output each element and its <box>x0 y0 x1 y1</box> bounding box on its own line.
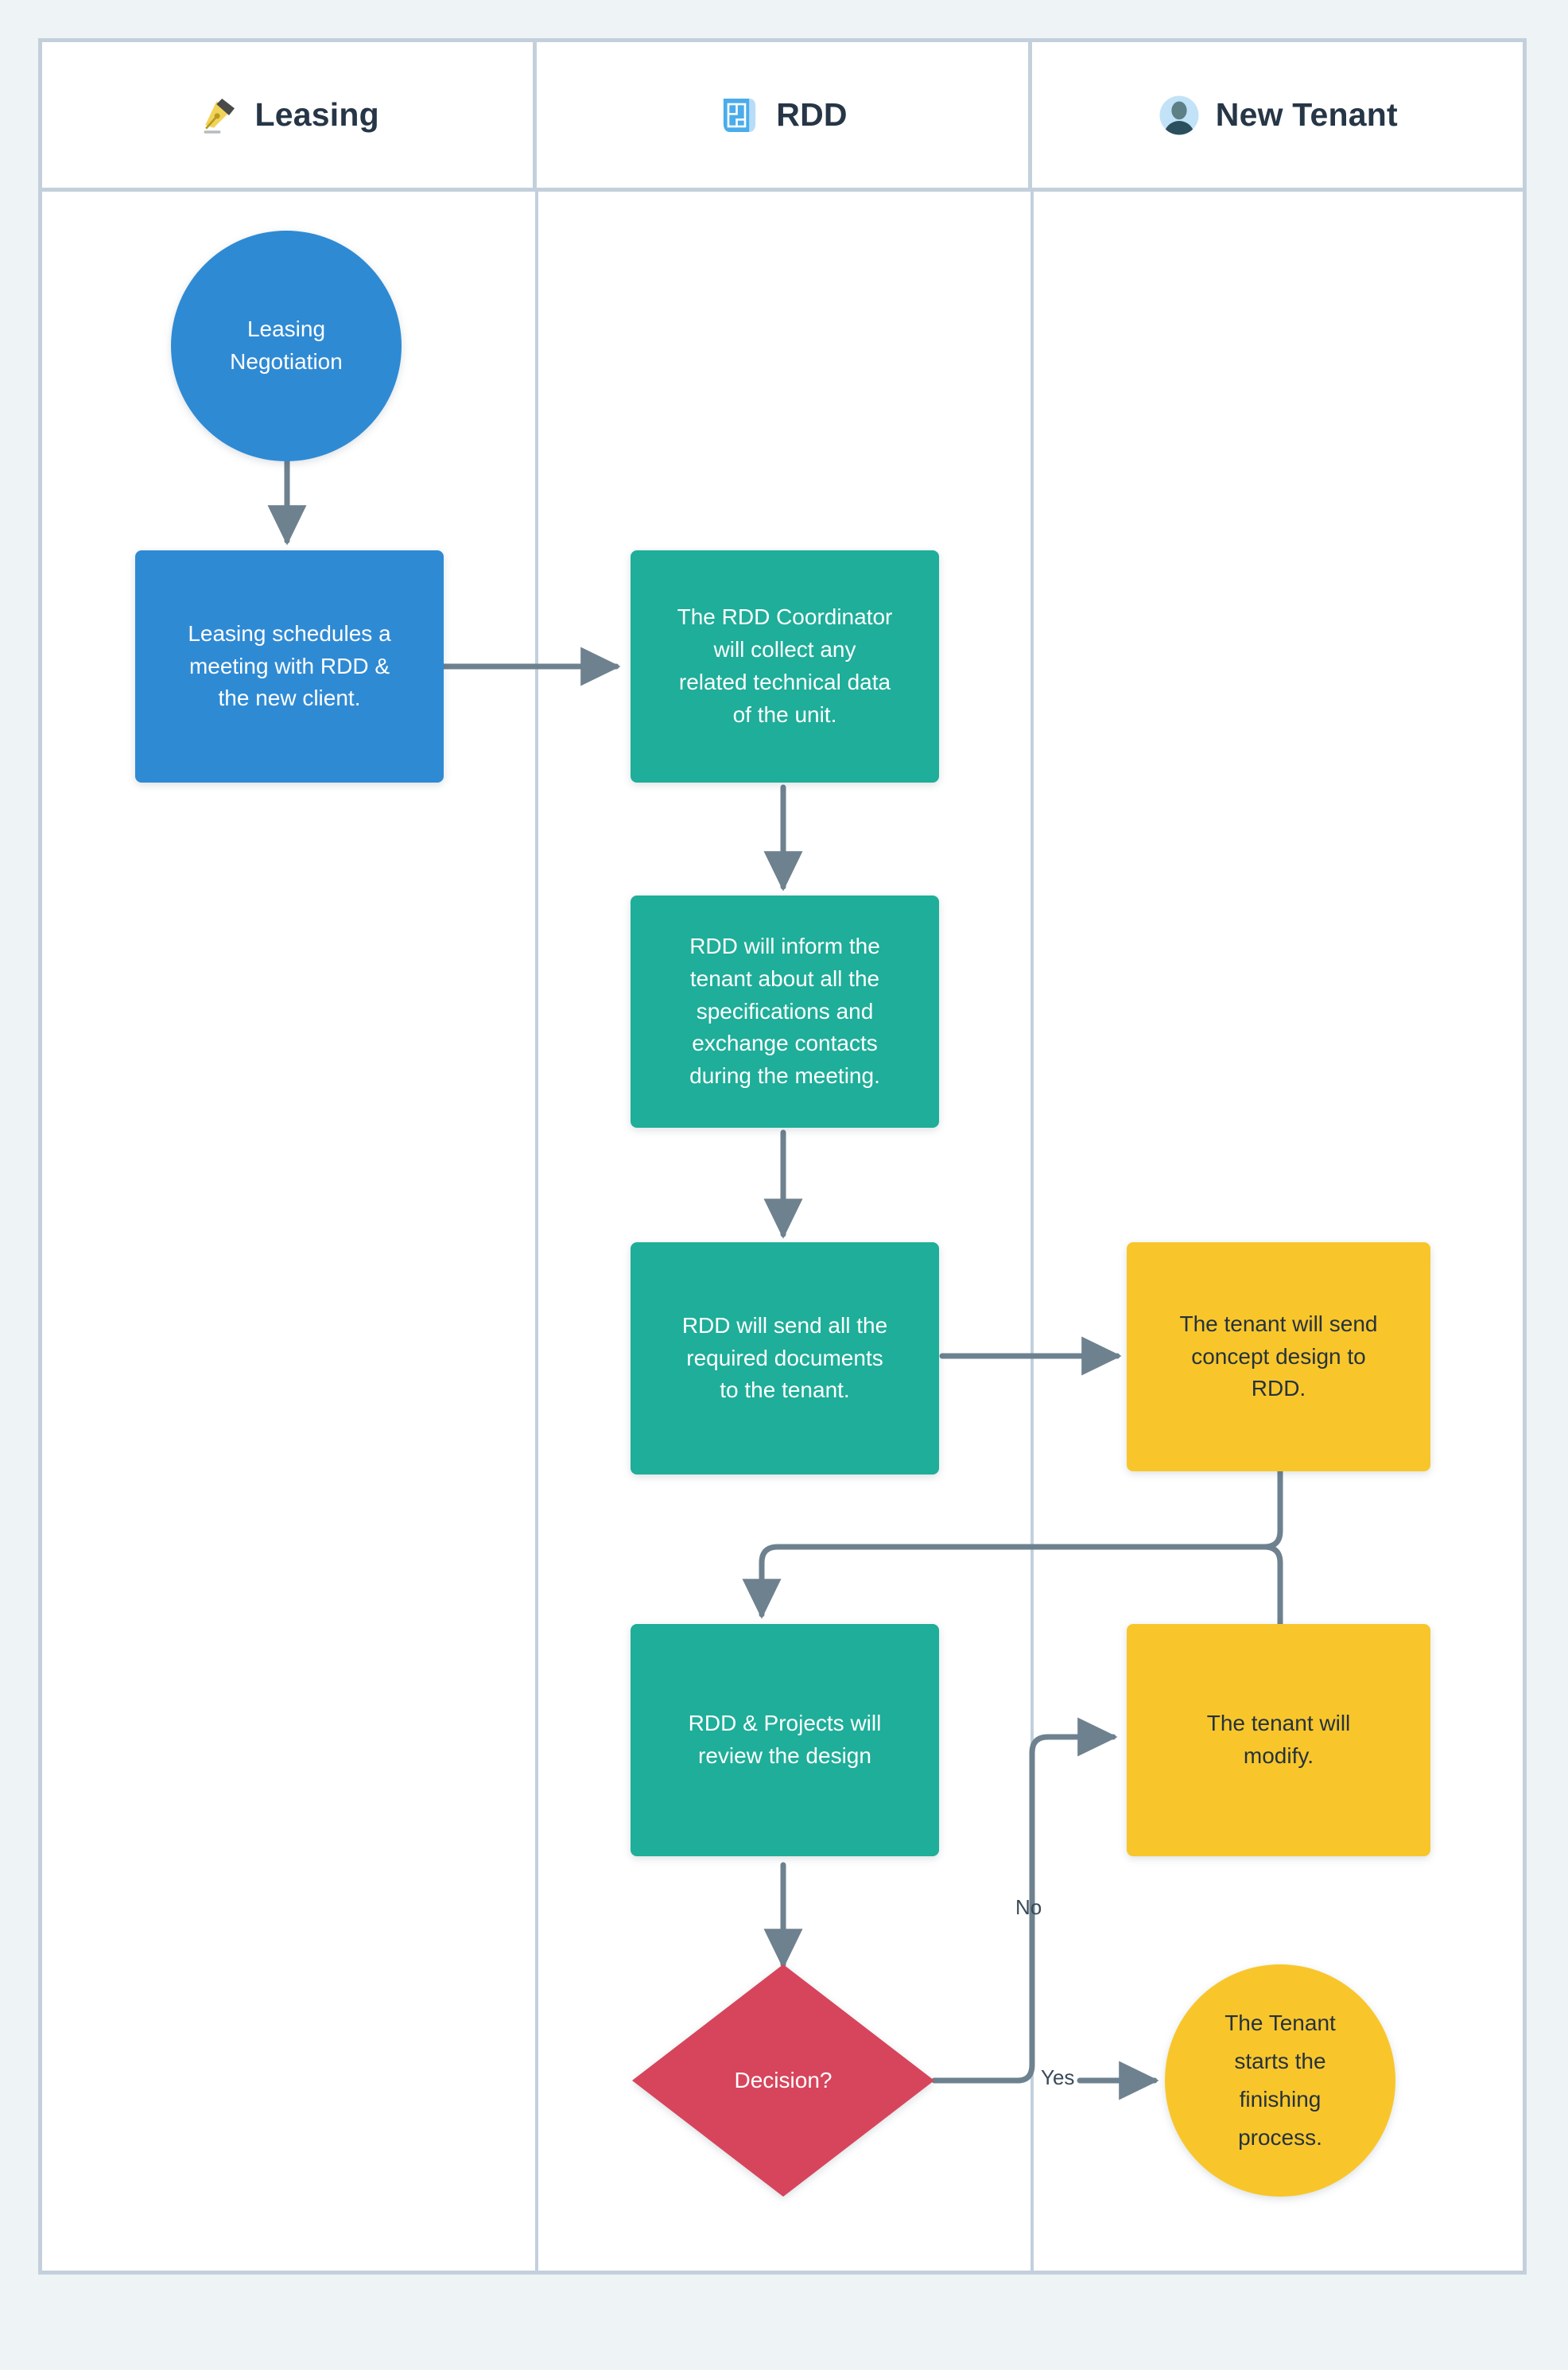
lane-header-rdd[interactable]: RDD <box>533 42 1027 188</box>
node-label: Leasing schedules a meeting with RDD & t… <box>188 620 391 711</box>
node-label: The tenant will send concept design to R… <box>1179 1311 1378 1401</box>
lane-header-row: Leasing RDD New Tenant <box>42 42 1523 192</box>
lane-divider-2 <box>1030 192 1034 2271</box>
fountain-pen-nib-icon <box>196 93 240 138</box>
node-tenant-finishing-process[interactable]: The Tenant starts the finishing process. <box>1165 1964 1395 2197</box>
node-rdd-send-documents[interactable]: RDD will send all the required documents… <box>631 1242 939 1474</box>
node-label: The RDD Coordinator will collect any rel… <box>677 604 893 727</box>
person-avatar-icon <box>1157 93 1201 138</box>
swimlane-diagram: Leasing RDD New Tenant No Yes Leasing Ne… <box>0 0 1568 2370</box>
lane-divider-1 <box>535 192 538 2271</box>
blueprint-icon <box>717 93 762 138</box>
node-tenant-send-concept-design[interactable]: The tenant will send concept design to R… <box>1127 1242 1430 1471</box>
node-label: Leasing Negotiation <box>230 317 343 374</box>
node-label: The Tenant starts the finishing process. <box>1225 2010 1336 2150</box>
node-label: RDD will inform the tenant about all the… <box>689 933 880 1089</box>
node-label: Decision? <box>734 2068 833 2092</box>
edge-label-yes: Yes <box>1041 2065 1075 2089</box>
node-rdd-inform-tenant[interactable]: RDD will inform the tenant about all the… <box>631 896 939 1128</box>
lane-header-label: Leasing <box>254 96 379 133</box>
node-decision[interactable]: Decision? <box>632 1964 934 2197</box>
lane-header-leasing[interactable]: Leasing <box>42 42 533 188</box>
lane-header-new-tenant[interactable]: New Tenant <box>1027 42 1523 188</box>
node-label: The tenant will modify. <box>1206 1711 1351 1768</box>
node-leasing-schedules-meeting[interactable]: Leasing schedules a meeting with RDD & t… <box>135 550 444 783</box>
lane-header-label: RDD <box>776 96 848 133</box>
node-rdd-projects-review-design[interactable]: RDD & Projects will review the design <box>631 1624 939 1856</box>
node-rdd-collect-technical-data[interactable]: The RDD Coordinator will collect any rel… <box>631 550 939 783</box>
lane-header-label: New Tenant <box>1215 96 1398 133</box>
node-label: RDD will send all the required documents… <box>681 1312 888 1403</box>
node-leasing-negotiation[interactable]: Leasing Negotiation <box>171 231 402 461</box>
lane-body <box>42 192 1523 2271</box>
edge-label-no: No <box>1015 1895 1042 1919</box>
node-tenant-will-modify[interactable]: The tenant will modify. <box>1127 1624 1430 1856</box>
node-label: RDD & Projects will review the design <box>688 1711 882 1768</box>
